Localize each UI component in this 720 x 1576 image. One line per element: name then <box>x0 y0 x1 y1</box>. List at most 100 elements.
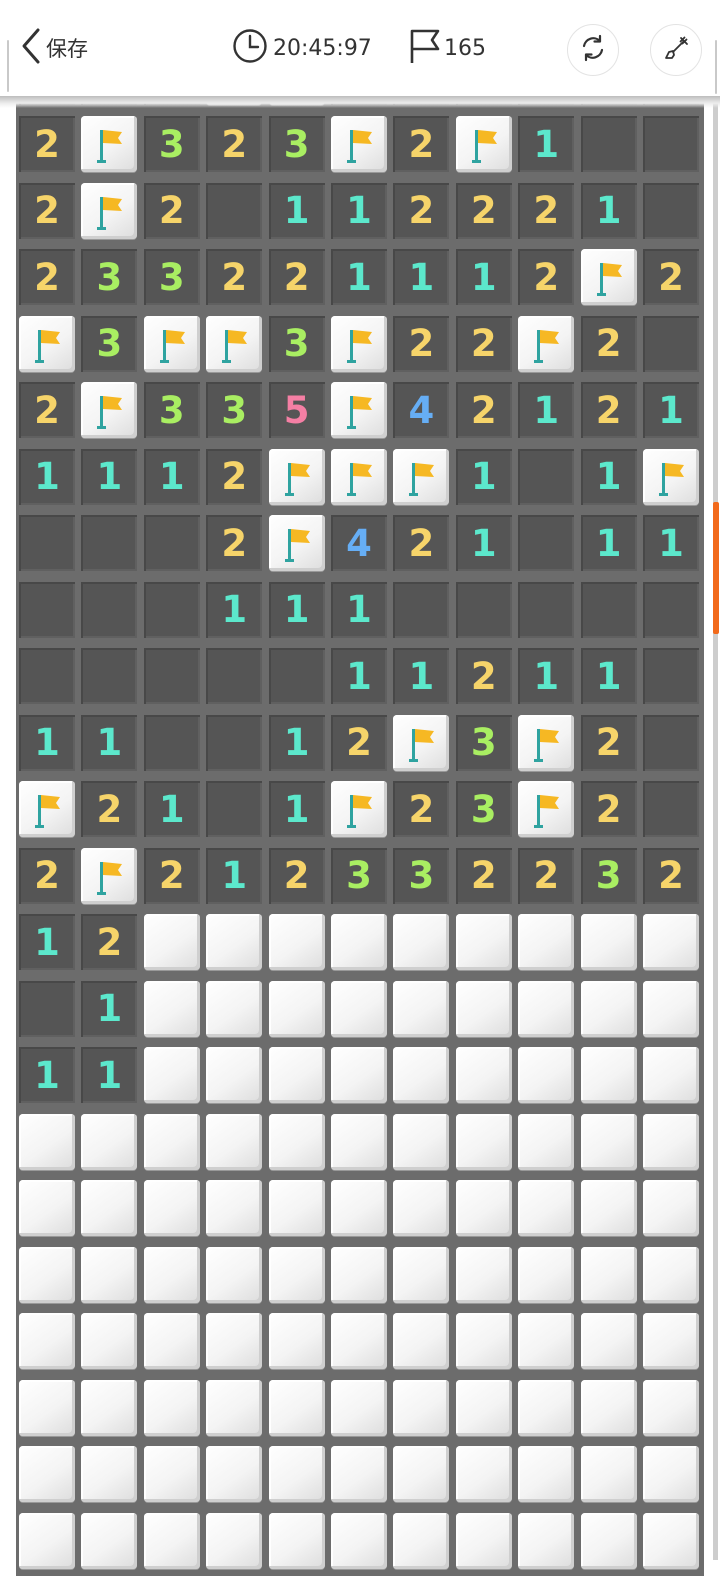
unopened-cell[interactable] <box>268 914 325 970</box>
empty-cell[interactable] <box>643 714 699 771</box>
flagged-cell[interactable] <box>580 249 637 305</box>
unopened-cell[interactable] <box>393 1313 450 1369</box>
flagged-cell[interactable] <box>393 714 450 771</box>
flagged-cell[interactable] <box>643 448 699 505</box>
unopened-cell[interactable] <box>143 1113 200 1170</box>
unopened-cell[interactable] <box>206 1313 263 1369</box>
unopened-cell[interactable] <box>455 914 512 970</box>
number-cell[interactable]: 5 <box>268 382 325 438</box>
unopened-cell[interactable] <box>81 1446 138 1502</box>
unopened-cell[interactable] <box>518 914 575 970</box>
unopened-cell[interactable] <box>81 1379 138 1436</box>
number-cell[interactable]: 1 <box>143 448 200 505</box>
number-cell[interactable]: 1 <box>81 448 138 505</box>
unopened-cell[interactable] <box>643 1313 699 1369</box>
unopened-cell[interactable] <box>206 914 263 970</box>
flagged-cell[interactable] <box>206 315 263 372</box>
unopened-cell[interactable] <box>643 1180 699 1236</box>
flagged-cell[interactable] <box>268 448 325 505</box>
unopened-cell[interactable] <box>455 1512 512 1569</box>
unopened-cell[interactable] <box>643 1512 699 1569</box>
unopened-cell[interactable] <box>143 914 200 970</box>
unopened-cell[interactable] <box>81 1313 138 1369</box>
unopened-cell[interactable] <box>455 1313 512 1369</box>
number-cell[interactable]: 2 <box>518 847 575 904</box>
unopened-cell[interactable] <box>331 1246 387 1303</box>
shovel-mode-button[interactable] <box>650 24 702 76</box>
unopened-cell[interactable] <box>206 1047 263 1103</box>
unopened-cell[interactable] <box>206 980 263 1037</box>
unopened-cell[interactable] <box>580 1313 637 1369</box>
flagged-cell[interactable] <box>143 315 200 372</box>
unopened-cell[interactable] <box>580 1113 637 1170</box>
flagged-cell[interactable] <box>81 116 138 172</box>
number-cell[interactable]: 4 <box>331 515 387 571</box>
empty-cell[interactable] <box>643 315 699 372</box>
number-cell[interactable]: 1 <box>143 781 200 837</box>
number-cell[interactable]: 1 <box>393 249 450 305</box>
number-cell[interactable]: 3 <box>331 847 387 904</box>
number-cell[interactable]: 1 <box>455 448 512 505</box>
number-cell[interactable]: 1 <box>518 648 575 704</box>
unopened-cell[interactable] <box>268 1113 325 1170</box>
empty-cell[interactable] <box>143 648 200 704</box>
unopened-cell[interactable] <box>143 1379 200 1436</box>
flagged-cell[interactable] <box>455 116 512 172</box>
number-cell[interactable]: 2 <box>518 182 575 239</box>
number-cell[interactable]: 2 <box>393 182 450 239</box>
number-cell[interactable]: 2 <box>455 315 512 372</box>
number-cell[interactable]: 2 <box>580 781 637 837</box>
number-cell[interactable]: 2 <box>268 847 325 904</box>
number-cell[interactable]: 2 <box>206 515 263 571</box>
empty-cell[interactable] <box>19 980 75 1037</box>
flagged-cell[interactable] <box>518 315 575 372</box>
unopened-cell[interactable] <box>19 1446 75 1502</box>
unopened-cell[interactable] <box>455 1180 512 1236</box>
number-cell[interactable]: 1 <box>81 714 138 771</box>
empty-cell[interactable] <box>19 515 75 571</box>
unopened-cell[interactable] <box>19 1512 75 1569</box>
empty-cell[interactable] <box>81 648 138 704</box>
unopened-cell[interactable] <box>143 1047 200 1103</box>
unopened-cell[interactable] <box>518 1180 575 1236</box>
number-cell[interactable]: 1 <box>331 581 387 638</box>
empty-cell[interactable] <box>143 714 200 771</box>
flagged-cell[interactable] <box>81 847 138 904</box>
empty-cell[interactable] <box>643 581 699 638</box>
unopened-cell[interactable] <box>331 1512 387 1569</box>
flagged-cell[interactable] <box>331 448 387 505</box>
number-cell[interactable]: 2 <box>19 382 75 438</box>
empty-cell[interactable] <box>81 581 138 638</box>
number-cell[interactable]: 2 <box>81 914 138 970</box>
empty-cell[interactable] <box>19 648 75 704</box>
unopened-cell[interactable] <box>580 1512 637 1569</box>
number-cell[interactable]: 1 <box>580 182 637 239</box>
number-cell[interactable]: 2 <box>393 116 450 172</box>
unopened-cell[interactable] <box>331 1047 387 1103</box>
unopened-cell[interactable] <box>81 1113 138 1170</box>
empty-cell[interactable] <box>518 448 575 505</box>
unopened-cell[interactable] <box>206 1512 263 1569</box>
number-cell[interactable]: 4 <box>393 382 450 438</box>
number-cell[interactable]: 2 <box>143 847 200 904</box>
unopened-cell[interactable] <box>206 1180 263 1236</box>
restart-button[interactable] <box>567 24 619 76</box>
unopened-cell[interactable] <box>143 1246 200 1303</box>
unopened-cell[interactable] <box>331 1446 387 1502</box>
unopened-cell[interactable] <box>331 914 387 970</box>
unopened-cell[interactable] <box>19 1113 75 1170</box>
empty-cell[interactable] <box>143 581 200 638</box>
unopened-cell[interactable] <box>455 980 512 1037</box>
number-cell[interactable]: 3 <box>143 382 200 438</box>
number-cell[interactable]: 1 <box>268 714 325 771</box>
unopened-cell[interactable] <box>643 1047 699 1103</box>
unopened-cell[interactable] <box>143 1313 200 1369</box>
number-cell[interactable]: 2 <box>393 781 450 837</box>
number-cell[interactable]: 2 <box>19 847 75 904</box>
number-cell[interactable]: 3 <box>455 781 512 837</box>
unopened-cell[interactable] <box>393 1512 450 1569</box>
number-cell[interactable]: 3 <box>206 382 263 438</box>
empty-cell[interactable] <box>518 515 575 571</box>
unopened-cell[interactable] <box>143 1180 200 1236</box>
empty-cell[interactable] <box>455 581 512 638</box>
